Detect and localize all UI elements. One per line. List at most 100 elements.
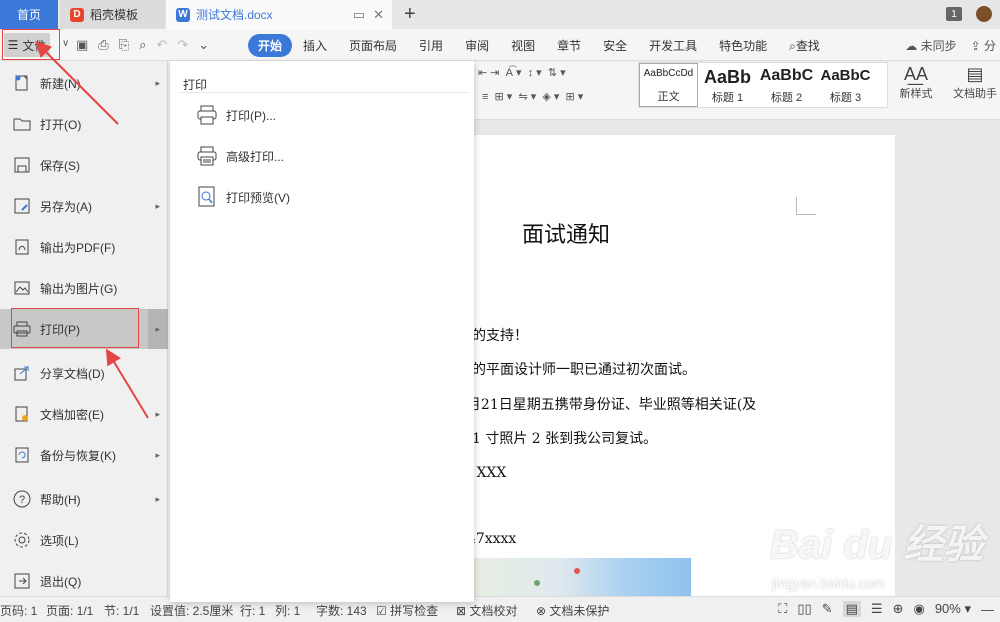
chevron-down-icon[interactable]: ∨ [62, 38, 69, 49]
advanced-printer-icon [197, 146, 217, 166]
print-button[interactable]: 打印(P)... [196, 102, 276, 128]
tab-section[interactable]: 章节 [546, 34, 592, 57]
status-page: 页码: 1 [0, 604, 38, 618]
add-tab-button[interactable]: + [404, 3, 416, 26]
sync-status[interactable]: ☁ 未同步 [905, 37, 956, 54]
search-icon: ⌕ [789, 39, 796, 53]
paragraph-tools-row2[interactable]: ≡ ⊞ ▾ ⇋ ▾ ◈ ▾ ⊞ ▾ [482, 90, 583, 103]
margin-corner-mark [796, 197, 816, 215]
tab-templates[interactable]: D 稻壳模板 [60, 0, 165, 29]
fullscreen-icon[interactable]: ⛶ [778, 601, 787, 617]
close-tab-icon[interactable]: ✕ [373, 7, 384, 23]
print-submenu: 打印 打印(P)... 高级打印... 打印预览(V) [170, 61, 474, 602]
tab-developer[interactable]: 开发工具 [638, 34, 708, 57]
file-menu-exit[interactable]: 退出(Q) [0, 561, 168, 601]
protect-label: 文档未保护 [549, 604, 610, 618]
file-menu-new[interactable]: 新建(N) ▸ [0, 63, 168, 103]
web-view-icon[interactable]: ⊕ [893, 601, 904, 617]
style-heading-2[interactable]: AaBbC 标题 2 [757, 63, 816, 107]
style-heading-1[interactable]: AaBb 标题 1 [698, 63, 757, 107]
image-icon [12, 278, 32, 298]
window-count-badge[interactable]: 1 [946, 7, 962, 21]
redo-icon[interactable]: ↷ [177, 37, 188, 53]
map-image [474, 558, 691, 596]
new-style-button[interactable]: A͟A 新样式 [894, 64, 938, 101]
file-menu-item-label: 输出为PDF(F) [40, 240, 116, 255]
share-button[interactable]: ⇪ 分 [971, 37, 996, 54]
printer-icon [197, 105, 217, 125]
doc-assistant-button[interactable]: ▤ 文档助手 [950, 64, 1000, 101]
page-view-icon[interactable]: ▤ [842, 601, 861, 617]
protect-status-button[interactable]: ⊗ 文档未保护 [536, 602, 609, 619]
file-menu-export-pdf[interactable]: 输出为PDF(F) [0, 227, 168, 267]
search-label: 查找 [795, 39, 820, 53]
print-preview-button[interactable]: 打印预览(V) [196, 184, 290, 210]
file-menu-share[interactable]: 分享文档(D) [0, 353, 168, 393]
tab-page-layout[interactable]: 页面布局 [338, 34, 408, 57]
share-icon [12, 363, 32, 383]
save-as-icon [12, 196, 32, 216]
file-menu-item-label: 输出为图片(G) [40, 281, 118, 296]
unprotected-icon: ⊗ [536, 604, 547, 618]
document-line: 7月21日星期五携带身份证、毕业照等相关证(及 [458, 397, 757, 413]
outline-view-icon[interactable]: ☰ [871, 601, 883, 617]
file-menu-options[interactable]: 选项(L) [0, 520, 168, 560]
style-label: 标题 2 [770, 92, 803, 104]
advanced-print-button[interactable]: 高级打印... [196, 143, 284, 169]
tab-view[interactable]: 视图 [500, 34, 546, 57]
read-mode-icon[interactable]: ▯▯ [797, 601, 811, 617]
file-menu-item-label: 备份与恢复(K) [40, 448, 116, 463]
file-menu-item-label: 文档加密(E) [40, 407, 104, 422]
file-menu-backup[interactable]: 备份与恢复(K) ▸ [0, 435, 168, 475]
style-label: 正文 [657, 91, 680, 103]
file-menu-item-label: 打开(O) [40, 117, 82, 132]
zoom-level[interactable]: 90% ▾ [935, 601, 971, 617]
avatar[interactable] [976, 6, 992, 22]
pdf-icon [12, 237, 32, 257]
main-toolbar: ☰ 文件 ∨ ▣ ⎙ ⎘ ⌕ ↶ ↷ ⌄ 开始 插入 页面布局 引用 审阅 视图… [0, 29, 1000, 61]
save-icon [12, 155, 32, 175]
more-icon[interactable]: ⌄ [198, 37, 209, 53]
map-pin-icon [574, 568, 580, 574]
print-icon[interactable]: ⎘ [119, 37, 129, 53]
monitor-icon[interactable]: ▭ [353, 7, 365, 23]
paragraph-tools-row1[interactable]: ⇤ ⇥ A͡ ▾ ↕ ▾ ⇅ ▾ [478, 66, 566, 79]
file-menu-help[interactable]: ? 帮助(H) ▸ [0, 479, 168, 519]
style-sample: AaBbC [759, 67, 814, 84]
tab-insert[interactable]: 插入 [292, 34, 338, 57]
tab-start[interactable]: 开始 [248, 34, 293, 57]
proofread-button[interactable]: ⊠ 文档校对 [456, 602, 517, 619]
preview-icon[interactable]: ⌕ [139, 37, 146, 53]
zoom-out-icon[interactable]: — [981, 602, 994, 617]
tab-document[interactable]: W 测试文档.docx ▭ ✕ [166, 0, 392, 29]
spell-check-button[interactable]: ☑ 拼写检查 [376, 602, 438, 619]
tab-references[interactable]: 引用 [408, 34, 454, 57]
doc-assistant-label: 文档助手 [953, 88, 997, 100]
file-menu-save-as[interactable]: 另存为(A) ▸ [0, 186, 168, 226]
sync-label: 未同步 [920, 39, 957, 53]
tab-review[interactable]: 审阅 [454, 34, 500, 57]
export-icon[interactable]: ⎙ [98, 37, 108, 53]
tab-home[interactable]: 首页 [0, 0, 58, 29]
save-icon[interactable]: ▣ [76, 37, 88, 53]
share-label: 分 [983, 39, 996, 53]
tab-features[interactable]: 特色功能 [708, 34, 778, 57]
style-normal[interactable]: AaBbCcDd 正文 [639, 63, 698, 107]
proofread-icon: ⊠ [456, 604, 467, 618]
status-row: 行: 1 [240, 604, 266, 618]
watermark-logo: Bai du 经验 [770, 523, 984, 567]
file-menu-save[interactable]: 保存(S) [0, 145, 168, 185]
tab-search[interactable]: ⌕查找 [778, 34, 831, 57]
pen-icon[interactable]: ✎ [822, 601, 833, 617]
file-menu-export-image[interactable]: 输出为图片(G) [0, 268, 168, 308]
eye-protect-icon[interactable]: ◉ [913, 601, 924, 617]
file-menu-open[interactable]: 打开(O) [0, 104, 168, 144]
tab-document-label: 测试文档.docx [196, 8, 273, 22]
file-menu-encrypt[interactable]: 文档加密(E) ▸ [0, 394, 168, 434]
style-heading-3[interactable]: AaBbC 标题 3 [816, 63, 875, 107]
status-words[interactable]: 字数: 143 [316, 602, 367, 619]
undo-icon[interactable]: ↶ [156, 37, 167, 53]
tab-security[interactable]: 安全 [592, 34, 638, 57]
file-menu-item-label: 退出(Q) [40, 574, 82, 589]
style-label: 标题 3 [829, 92, 862, 104]
